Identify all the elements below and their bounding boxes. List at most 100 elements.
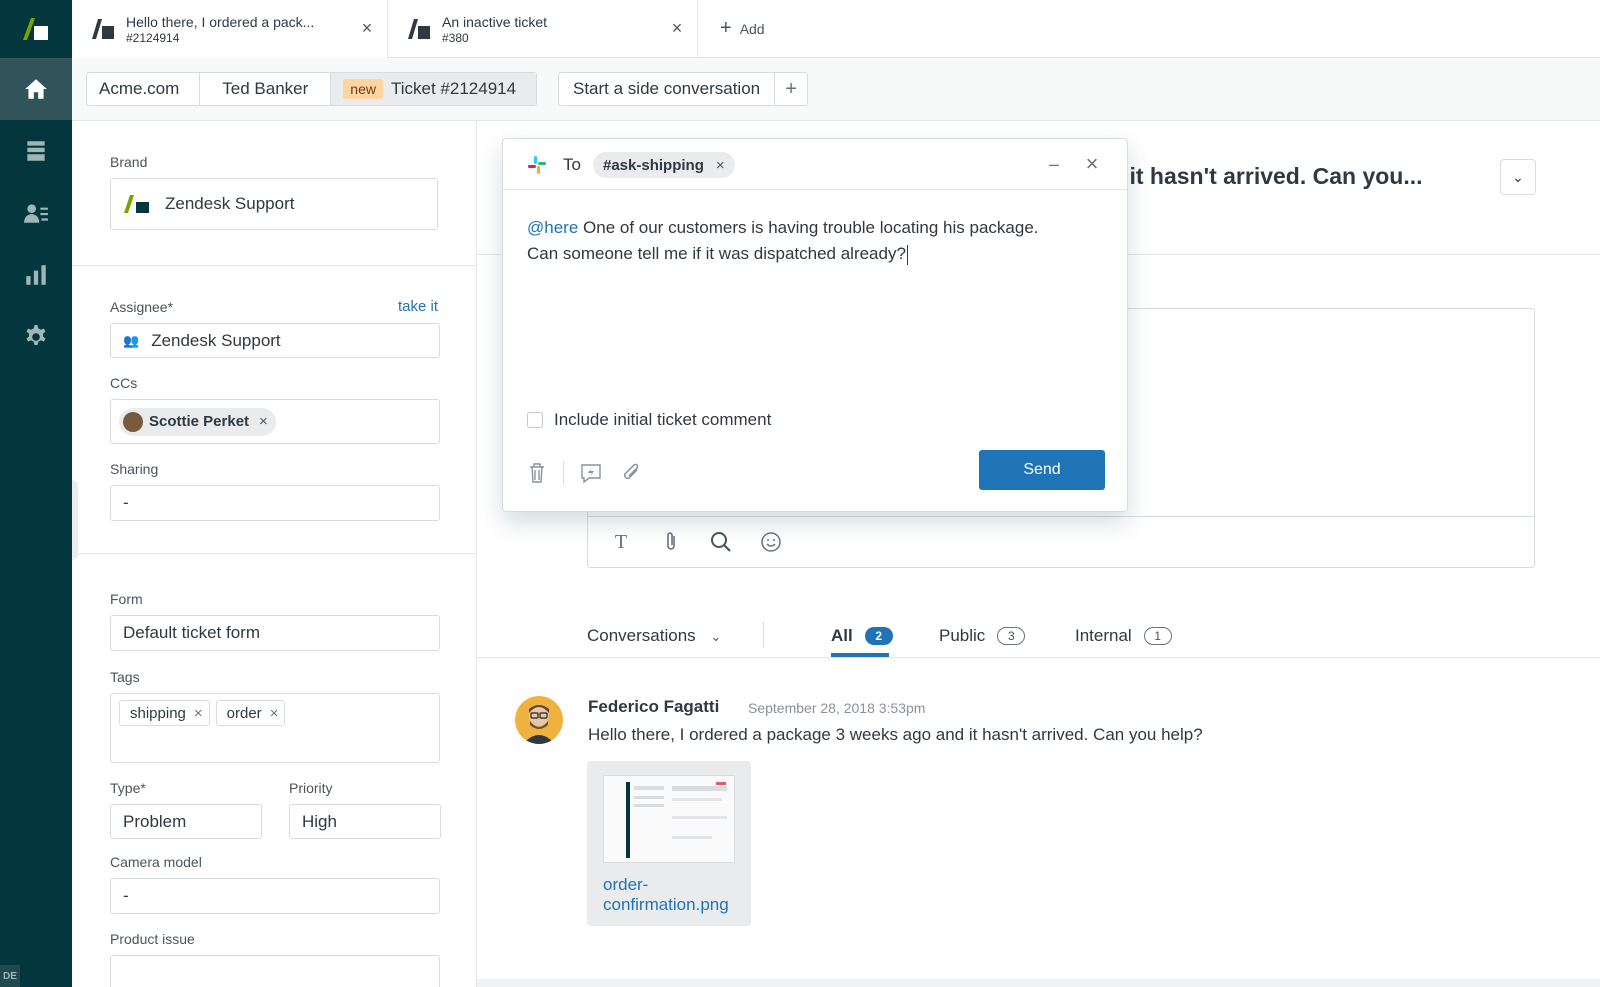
minimize-icon[interactable]: – xyxy=(1043,153,1065,175)
zendesk-logo[interactable] xyxy=(0,0,72,58)
text-cursor xyxy=(906,244,908,265)
camera-model-label: Camera model xyxy=(110,854,202,870)
conversations-dropdown-label: Conversations xyxy=(587,626,696,645)
filter-tab-all[interactable]: All 2 xyxy=(831,626,893,646)
remove-cc-icon[interactable]: × xyxy=(259,413,268,430)
bar-chart-icon xyxy=(26,265,46,285)
brand-label: Brand xyxy=(110,154,148,170)
attachment-filename[interactable]: order-confirmation.png xyxy=(603,875,748,915)
search-icon[interactable] xyxy=(708,529,734,555)
type-label: Type* xyxy=(110,780,146,796)
take-it-link[interactable]: take it xyxy=(398,298,438,315)
type-select[interactable]: Problem xyxy=(110,804,262,839)
tab-ticket-380[interactable]: An inactive ticket #380 × xyxy=(388,0,698,58)
composer-toolbar: T xyxy=(588,516,1534,567)
cc-name: Scottie Perket xyxy=(149,413,250,430)
attachment-card[interactable]: order-confirmation.png xyxy=(587,761,751,926)
remove-recipient-icon[interactable]: × xyxy=(716,157,725,174)
assignee-value: Zendesk Support xyxy=(151,330,281,350)
message-text-line-2: Can someone tell me if it was dispatched… xyxy=(527,244,906,263)
filter-tab-public[interactable]: Public 3 xyxy=(939,626,1026,646)
recipient-chip: #ask-shipping × xyxy=(593,152,735,178)
assignee-field[interactable]: 👥 Zendesk Support xyxy=(110,323,440,358)
nav-rail: DE xyxy=(0,0,72,987)
tags-field[interactable]: shipping × order × xyxy=(110,693,440,763)
home-icon xyxy=(25,79,47,99)
text-format-icon[interactable]: T xyxy=(608,529,634,555)
nav-views[interactable] xyxy=(0,120,72,182)
breadcrumb-ticket[interactable]: new Ticket #2124914 xyxy=(331,73,537,105)
cc-chip: Scottie Perket × xyxy=(119,407,276,436)
chevron-down-icon: ⌄ xyxy=(1512,168,1524,185)
include-initial-comment-option[interactable]: Include initial ticket comment xyxy=(527,410,771,430)
breadcrumb-requester[interactable]: Ted Banker xyxy=(200,73,332,105)
breadcrumb-label: Ticket #2124914 xyxy=(390,79,517,98)
tab-title: Hello there, I ordered a pack... xyxy=(126,13,315,30)
remove-tag-icon[interactable]: × xyxy=(270,705,279,722)
remove-tag-icon[interactable]: × xyxy=(194,705,203,722)
chevron-down-icon: ⌄ xyxy=(710,629,722,644)
conversations-dropdown[interactable]: Conversations ⌄ xyxy=(587,626,721,646)
priority-select[interactable]: High xyxy=(289,804,441,839)
zendesk-brand-icon xyxy=(124,195,149,213)
filter-tab-internal[interactable]: Internal 1 xyxy=(1075,626,1172,646)
brand-select[interactable]: Zendesk Support xyxy=(110,178,438,230)
ccs-label: CCs xyxy=(110,375,138,391)
mention: @here xyxy=(527,218,579,237)
nav-reporting[interactable] xyxy=(0,244,72,306)
macro-icon[interactable] xyxy=(579,461,603,485)
send-button[interactable]: Send xyxy=(979,450,1105,490)
message-text-line-1: One of our customers is having trouble l… xyxy=(578,218,1039,237)
camera-model-select[interactable]: - xyxy=(110,878,440,914)
emoji-icon[interactable] xyxy=(758,529,784,555)
include-initial-comment-checkbox[interactable] xyxy=(527,412,543,428)
message-timestamp: September 28, 2018 3:53pm xyxy=(748,700,926,716)
zendesk-logo-icon xyxy=(23,18,48,40)
close-icon[interactable]: × xyxy=(1081,151,1103,176)
divider xyxy=(763,622,764,648)
close-icon[interactable]: × xyxy=(357,18,377,38)
horizontal-scrollbar[interactable] xyxy=(477,979,1600,987)
attachment-icon[interactable] xyxy=(619,461,643,485)
ccs-field[interactable]: Scottie Perket × xyxy=(110,399,440,444)
brand-value: Zendesk Support xyxy=(165,194,295,213)
sharing-select[interactable]: - xyxy=(110,485,440,521)
breadcrumb-label: Ted Banker xyxy=(222,79,309,98)
message-author[interactable]: Federico Fagatti xyxy=(588,697,719,717)
add-side-conversation-button[interactable]: + xyxy=(775,73,807,105)
nav-admin[interactable] xyxy=(0,306,72,368)
tag-label: shipping xyxy=(130,704,186,722)
breadcrumb: Acme.com Ted Banker new Ticket #2124914 xyxy=(86,72,538,106)
customers-icon xyxy=(24,204,48,223)
type-value: Problem xyxy=(123,811,187,831)
breadcrumb-organization[interactable]: Acme.com xyxy=(87,73,201,105)
tab-bar: Hello there, I ordered a pack... #212491… xyxy=(72,0,1600,58)
add-tab-button[interactable]: + Add xyxy=(698,0,765,57)
group-icon: 👥 xyxy=(123,332,140,348)
filter-label: Public xyxy=(939,626,986,645)
form-select[interactable]: Default ticket form xyxy=(110,615,440,651)
attachment-icon[interactable] xyxy=(658,529,684,555)
filter-count: 3 xyxy=(997,627,1026,645)
form-label: Form xyxy=(110,591,143,607)
recipient-label: #ask-shipping xyxy=(603,156,704,174)
tab-title: An inactive ticket xyxy=(442,13,548,30)
tag-label: order xyxy=(226,704,262,722)
form-value: Default ticket form xyxy=(123,623,260,642)
trash-icon[interactable] xyxy=(525,461,549,485)
filter-count: 1 xyxy=(1143,627,1172,645)
nav-customers[interactable] xyxy=(0,182,72,244)
views-icon xyxy=(27,141,45,161)
priority-label: Priority xyxy=(289,780,333,796)
panel-resize-handle[interactable] xyxy=(72,480,78,560)
avatar[interactable] xyxy=(515,696,563,744)
assignee-label: Assignee* xyxy=(110,299,174,315)
side-conversation-message-input[interactable]: @here One of our customers is having tro… xyxy=(527,215,1107,267)
start-side-conversation-button[interactable]: Start a side conversation xyxy=(559,73,776,105)
corner-label: DE xyxy=(0,965,20,987)
close-icon[interactable]: × xyxy=(667,18,687,38)
subject-options-button[interactable]: ⌄ xyxy=(1500,159,1536,195)
tab-ticket-2124914[interactable]: Hello there, I ordered a pack... #212491… xyxy=(72,0,388,58)
product-issue-select[interactable] xyxy=(110,955,440,987)
nav-home[interactable] xyxy=(0,58,72,120)
